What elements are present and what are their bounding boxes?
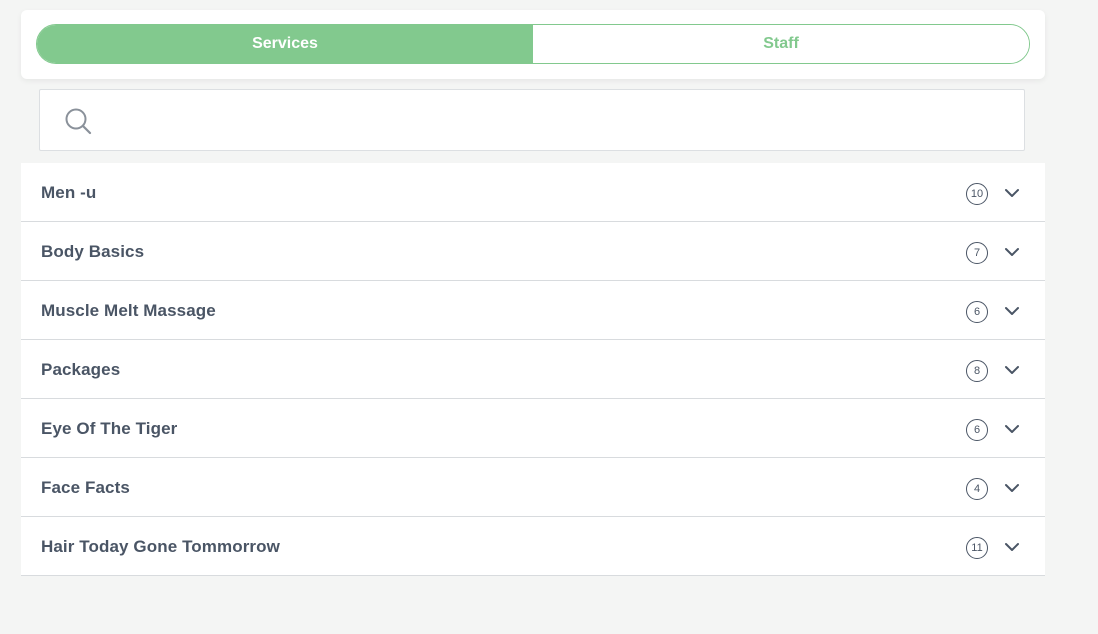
- category-name: Men -u: [41, 183, 97, 202]
- count-badge: 11: [966, 537, 988, 559]
- chevron-down-icon[interactable]: [1004, 423, 1020, 435]
- count-badge: 4: [966, 478, 988, 500]
- category-row[interactable]: Body Basics 7: [21, 222, 1045, 281]
- category-row[interactable]: Muscle Melt Massage 6: [21, 281, 1045, 340]
- search-box: [39, 89, 1025, 151]
- chevron-down-icon[interactable]: [1004, 364, 1020, 376]
- chevron-down-icon[interactable]: [1004, 246, 1020, 258]
- count-badge: 6: [966, 419, 988, 441]
- chevron-down-icon[interactable]: [1004, 305, 1020, 317]
- category-name: Eye Of The Tiger: [41, 419, 178, 438]
- category-row[interactable]: Face Facts 4: [21, 458, 1045, 517]
- search-icon: [65, 108, 92, 135]
- chevron-down-icon[interactable]: [1004, 187, 1020, 199]
- category-name: Muscle Melt Massage: [41, 301, 216, 320]
- search-input[interactable]: [106, 100, 1010, 142]
- category-name: Face Facts: [41, 478, 130, 497]
- services-page: Services Staff Men -u 10 Body Basics 7 M…: [0, 0, 1098, 634]
- category-name: Body Basics: [41, 242, 145, 261]
- chevron-down-icon[interactable]: [1004, 541, 1020, 553]
- category-row[interactable]: Hair Today Gone Tommorrow 11: [21, 517, 1045, 576]
- category-row[interactable]: Packages 8: [21, 340, 1045, 399]
- services-staff-toggle: Services Staff: [36, 24, 1030, 64]
- category-row[interactable]: Men -u 10: [21, 163, 1045, 222]
- category-row[interactable]: Eye Of The Tiger 6: [21, 399, 1045, 458]
- count-badge: 7: [966, 242, 988, 264]
- count-badge: 6: [966, 301, 988, 323]
- category-name: Packages: [41, 360, 121, 379]
- tab-card: Services Staff: [21, 10, 1045, 79]
- chevron-down-icon[interactable]: [1004, 482, 1020, 494]
- category-list: Men -u 10 Body Basics 7 Muscle Melt Mass…: [21, 163, 1045, 576]
- count-badge: 10: [966, 183, 988, 205]
- tab-services[interactable]: Services: [37, 25, 533, 63]
- category-name: Hair Today Gone Tommorrow: [41, 537, 280, 556]
- count-badge: 8: [966, 360, 988, 382]
- tab-staff[interactable]: Staff: [533, 25, 1029, 63]
